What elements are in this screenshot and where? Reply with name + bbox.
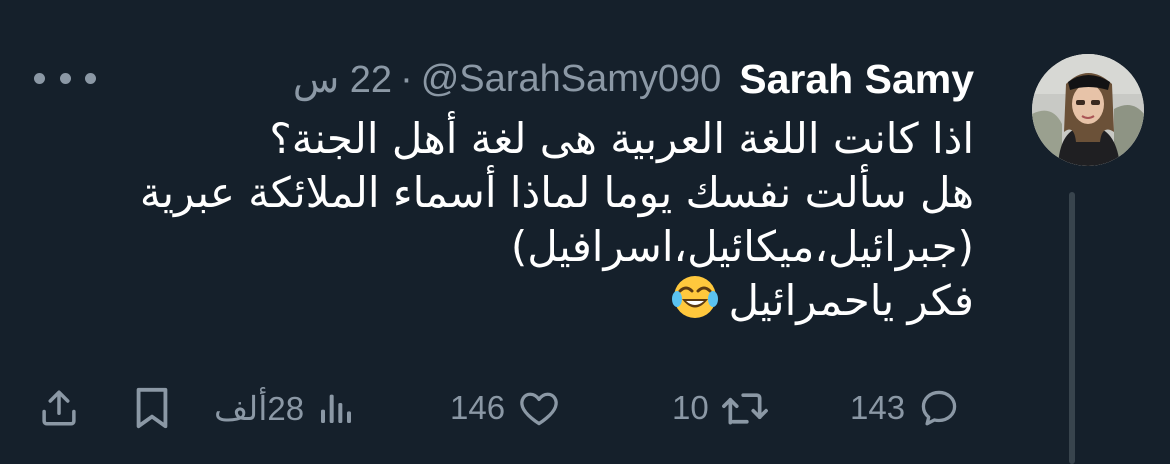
more-horizontal-icon — [59, 72, 71, 84]
more-horizontal-icon — [85, 72, 96, 84]
tweet-meta: 22 س · @SarahSamy090 — [293, 57, 721, 102]
views-button[interactable]: 28ألف — [214, 383, 356, 433]
avatar[interactable] — [1032, 54, 1144, 166]
meta-separator: · — [400, 57, 413, 100]
tweet-actions: 143 10 146 28ألف — [0, 383, 1170, 433]
tweet-line: (جبرائيل،ميكائيل،اسرافيل) — [510, 222, 974, 271]
heart-icon — [520, 392, 558, 426]
more-options-button[interactable] — [34, 70, 96, 86]
tweet-line-last: فكر ياحمرائيل — [74, 274, 974, 333]
views-count: 28ألف — [214, 389, 305, 427]
author-name[interactable]: Sarah Samy — [739, 56, 974, 103]
reply-button[interactable]: 143 — [850, 383, 961, 433]
retweet-count: 10 — [672, 389, 709, 426]
like-button[interactable]: 146 — [450, 383, 561, 433]
reply-count: 143 — [850, 389, 906, 426]
like-count: 146 — [450, 389, 506, 426]
tweet-line: هل سألت نفسك يوما لماذا أسماء الملائكة ع… — [139, 168, 974, 217]
retweet-button[interactable]: 10 — [672, 383, 769, 433]
bookmark-button[interactable] — [132, 383, 172, 433]
avatar-image — [1032, 54, 1144, 166]
tweet-text: اذا كانت اللغة العربية هى لغة أهل الجنة؟… — [74, 112, 974, 333]
retweet-icon — [721, 393, 768, 425]
tweet-line: اذا كانت اللغة العربية هى لغة أهل الجنة؟ — [269, 114, 974, 163]
reply-icon — [921, 390, 957, 426]
bookmark-icon — [136, 387, 168, 429]
more-horizontal-icon — [34, 72, 45, 84]
author-handle[interactable]: @SarahSamy090 — [421, 58, 722, 101]
share-button[interactable] — [38, 383, 80, 433]
share-icon — [42, 390, 76, 426]
views-chart-icon — [321, 394, 352, 423]
tweet-line: فكر ياحمرائيل — [728, 276, 974, 325]
face-with-tears-of-joy-icon — [672, 274, 719, 333]
tweet-header: 22 س · @SarahSamy090 Sarah Samy — [293, 52, 974, 106]
tweet-time[interactable]: 22 س — [293, 57, 392, 102]
